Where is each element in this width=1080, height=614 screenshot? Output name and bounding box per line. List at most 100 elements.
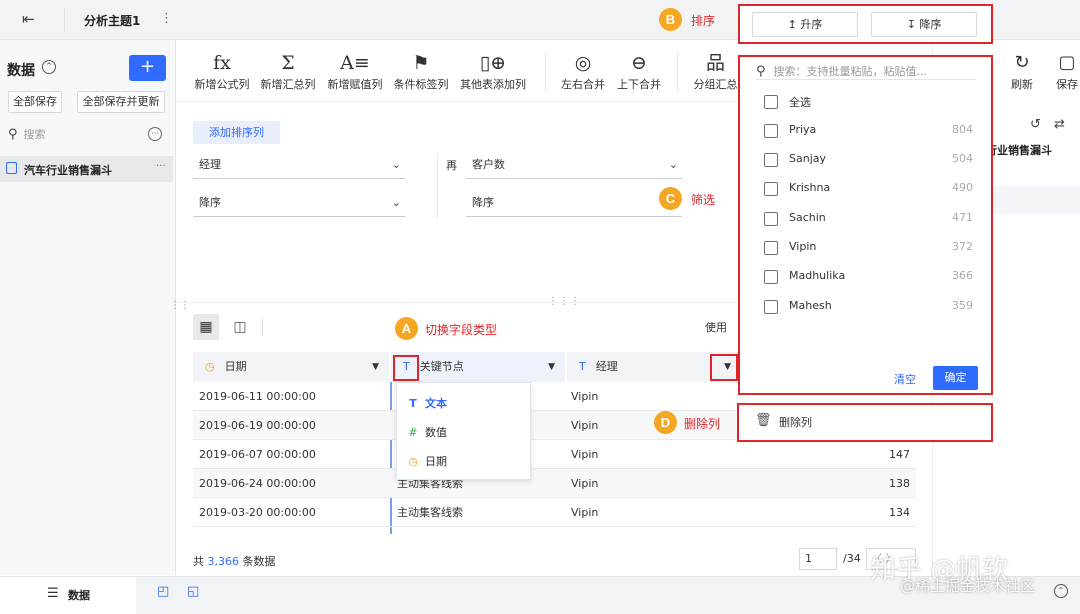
- cell-date: 2019-06-11 00:00:00: [199, 390, 316, 403]
- filter-select-all[interactable]: 全选: [760, 91, 975, 113]
- sort-asc-icon: ↥: [787, 18, 797, 31]
- divider: [262, 318, 263, 336]
- save-all-update-button[interactable]: 全部保存并更新: [77, 91, 165, 113]
- text-type-icon[interactable]: T: [579, 360, 586, 373]
- checkbox[interactable]: [764, 270, 778, 284]
- analysis-title[interactable]: 分析主题1: [84, 12, 140, 29]
- column-name: 关键节点: [419, 360, 464, 373]
- layout-view-icon[interactable]: ◫: [227, 314, 253, 340]
- page-input[interactable]: 1: [799, 548, 837, 570]
- add-summary-column-button[interactable]: Σ 新增汇总列: [258, 50, 318, 92]
- table-row[interactable]: 2019-03-20 00:00:00 主动集客线索 Vipin 134: [193, 498, 916, 527]
- filter-search-input[interactable]: ⚲ 搜索：支持批量粘贴，粘贴值...: [756, 63, 976, 80]
- option-label: Sanjay: [789, 152, 827, 165]
- annotation-marker-b: B: [659, 8, 682, 31]
- add-other-table-column-button[interactable]: ▯⊕ 其他表添加列: [457, 50, 529, 92]
- sidebar-item-label: 汽车行业销售漏斗: [24, 164, 112, 177]
- filter-option[interactable]: Krishna 490: [760, 178, 975, 200]
- merge-lr-icon: ◎: [574, 52, 592, 74]
- type-option-number[interactable]: # 数值: [405, 424, 447, 440]
- number-type-icon: #: [408, 426, 418, 439]
- collapse-icon[interactable]: ⌃: [1054, 584, 1068, 598]
- option-label: Vipin: [789, 240, 817, 253]
- sort-order-1-select[interactable]: 降序 ⌄: [193, 191, 405, 217]
- sidebar-search-placeholder: 搜索: [23, 128, 46, 141]
- tab-data[interactable]: ☰ 数据: [0, 577, 136, 614]
- sort-ascending-button[interactable]: ↥ 升序: [752, 12, 858, 37]
- filter-option[interactable]: Vipin 372: [760, 237, 975, 259]
- switch-icon[interactable]: ⇄: [1054, 117, 1065, 132]
- sort-field-1-value: 经理: [199, 158, 221, 171]
- group-summary-button[interactable]: 品分组汇总: [693, 50, 738, 92]
- condition-label-column-button[interactable]: ⚑ 条件标签列: [391, 50, 451, 92]
- sidebar-title: 数据: [7, 63, 35, 79]
- refresh-button[interactable]: ↻ 刷新: [1006, 50, 1038, 92]
- history-icon[interactable]: ↺: [1030, 117, 1041, 132]
- merge-vertical-button[interactable]: ⊖ 上下合并: [614, 50, 664, 92]
- checkbox[interactable]: [764, 212, 778, 226]
- collapse-icon[interactable]: ⌃: [42, 60, 56, 74]
- date-type-icon: ◷: [408, 455, 418, 468]
- sort-field-2-select[interactable]: 客户数 ⌄: [466, 153, 682, 179]
- annotation-marker-d: D: [654, 411, 677, 434]
- save-button[interactable]: ▢ 保存: [1054, 50, 1080, 92]
- type-option-date[interactable]: ◷ 日期: [405, 453, 447, 469]
- add-dashboard-icon[interactable]: ◱: [187, 584, 199, 599]
- cell-value: 147: [889, 448, 910, 461]
- more-menu-icon[interactable]: ⋮: [160, 11, 173, 26]
- grid-view-icon[interactable]: ▦: [193, 314, 219, 340]
- sort-order-2-select[interactable]: 降序: [466, 191, 682, 217]
- table-row[interactable]: 2019-06-07 00:00:00 Vipin 147: [193, 440, 916, 469]
- sidebar-more-icon[interactable]: ···: [148, 127, 162, 141]
- sort-desc-icon: ↧: [906, 18, 916, 31]
- tab-label: 数据: [68, 589, 90, 602]
- option-count: 372: [952, 240, 973, 253]
- option-label: Mahesh: [789, 299, 832, 312]
- checkbox[interactable]: [764, 182, 778, 196]
- column-header-date[interactable]: ◷ 日期 ▼: [193, 352, 389, 382]
- type-option-text[interactable]: T 文本: [405, 395, 447, 411]
- count-suffix: 条数据: [242, 555, 276, 568]
- column-menu-icon[interactable]: ▼: [548, 352, 555, 382]
- add-sort-column-button[interactable]: 添加排序列: [193, 121, 280, 144]
- checkbox[interactable]: [764, 95, 778, 109]
- count-prefix: 共: [193, 555, 204, 568]
- filter-option[interactable]: Madhulika 366: [760, 266, 975, 288]
- add-chart-icon[interactable]: ◰: [157, 584, 169, 599]
- delete-column-popup[interactable]: 🗑 删除列: [737, 403, 993, 442]
- table-row[interactable]: 2019-06-24 00:00:00 主动集客线索 Vipin 138: [193, 469, 916, 498]
- sort-descending-button[interactable]: ↧ 降序: [871, 12, 977, 37]
- checkbox[interactable]: [764, 300, 778, 314]
- filter-confirm-button[interactable]: 确定: [933, 366, 978, 390]
- column-menu-icon[interactable]: ▼: [372, 352, 379, 382]
- sidebar-search[interactable]: ⚲ 搜索: [8, 126, 148, 144]
- save-all-button[interactable]: 全部保存: [8, 91, 62, 113]
- sort-asc-label: 升序: [800, 18, 823, 31]
- sort-field-1-select[interactable]: 经理 ⌄: [193, 153, 405, 179]
- option-label: Madhulika: [789, 269, 846, 282]
- add-formula-column-button[interactable]: fx 新增公式列: [192, 50, 252, 92]
- add-dataset-button[interactable]: +: [129, 55, 166, 81]
- annotation-marker-c: C: [659, 187, 682, 210]
- merge-horizontal-button[interactable]: ◎ 左右合并: [558, 50, 608, 92]
- table-add-icon: ▯⊕: [479, 52, 507, 74]
- exit-icon[interactable]: ⇤: [22, 10, 35, 28]
- filter-clear-button[interactable]: 清空: [894, 371, 916, 387]
- formula-icon: fx: [213, 52, 231, 74]
- sidebar-item-more-icon[interactable]: ···: [156, 161, 166, 172]
- sidebar: [0, 40, 176, 575]
- option-count: 471: [952, 211, 973, 224]
- checkbox[interactable]: [764, 124, 778, 138]
- right-panel-title: 行业销售漏斗: [986, 144, 1052, 157]
- row-count: 共 3,366 条数据: [193, 553, 276, 569]
- filter-option[interactable]: Priya 804: [760, 120, 975, 142]
- filter-option[interactable]: Sachin 471: [760, 208, 975, 230]
- checkbox[interactable]: [764, 153, 778, 167]
- cell-manager: Vipin: [571, 448, 599, 461]
- sidebar-item-dataset[interactable]: 汽车行业销售漏斗 ···: [0, 156, 173, 182]
- add-assign-column-button[interactable]: A≡ 新增赋值列: [325, 50, 385, 92]
- filter-option[interactable]: Sanjay 504: [760, 149, 975, 171]
- date-type-icon[interactable]: ◷: [205, 360, 215, 373]
- checkbox[interactable]: [764, 241, 778, 255]
- filter-option[interactable]: Mahesh 359: [760, 296, 975, 318]
